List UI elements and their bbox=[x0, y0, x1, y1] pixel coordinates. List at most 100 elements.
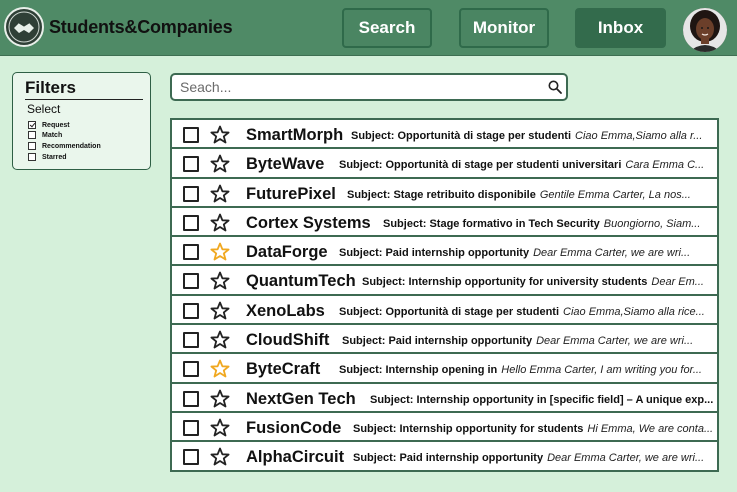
star-icon[interactable] bbox=[210, 271, 230, 293]
star-icon[interactable] bbox=[210, 184, 230, 206]
filter-option-starred[interactable]: Starred bbox=[28, 152, 67, 162]
filter-checkbox[interactable] bbox=[28, 142, 36, 150]
filter-option-label: Starred bbox=[42, 153, 67, 161]
mail-preview: Dear Emma Carter, we are wri... bbox=[533, 247, 691, 260]
mail-row[interactable]: DataForge Subject: Paid internship opport… bbox=[172, 237, 717, 267]
star-icon[interactable] bbox=[210, 125, 230, 147]
mail-row[interactable]: ByteCraft Subject: Internship opening in H… bbox=[172, 354, 717, 384]
avatar[interactable] bbox=[683, 8, 727, 52]
mail-row[interactable]: CloudShift Subject: Paid internship oppor… bbox=[172, 325, 717, 355]
mail-summary: Subject: Internship opening in Hello Emma… bbox=[339, 364, 702, 376]
filter-option-match[interactable]: Match bbox=[28, 130, 62, 140]
star-icon[interactable] bbox=[210, 301, 230, 323]
mail-subject: Subject: Stage formativo in Tech Securit… bbox=[383, 217, 600, 230]
mail-company: SmartMorph bbox=[246, 126, 344, 144]
filters-panel: Filters Select Request Match Recommendat… bbox=[12, 72, 151, 170]
filter-option-label: Match bbox=[42, 131, 63, 139]
mail-preview: Ciao Emma,Siamo alla r... bbox=[575, 130, 703, 142]
mail-company: FuturePixel bbox=[246, 184, 336, 203]
mail-company: ByteWave bbox=[246, 155, 325, 174]
mail-preview: Dear Emma Carter, we are wri... bbox=[547, 452, 705, 465]
mail-row[interactable]: XenoLabs Subject: Opportunità di stage pe… bbox=[172, 296, 717, 326]
mail-summary: Subject: Internship opportunity for univ… bbox=[362, 276, 704, 288]
mail-select-checkbox[interactable] bbox=[183, 214, 199, 231]
mail-subject: Subject: Opportunità di stage per studen… bbox=[339, 159, 622, 172]
mail-company: Cortex Systems bbox=[246, 213, 371, 232]
filter-option-label: Recommendation bbox=[42, 142, 101, 150]
mail-summary: Subject: Internship opportunity in [spec… bbox=[370, 394, 717, 406]
top-header: Students&Companies Search Monitor Inbox bbox=[0, 0, 737, 56]
mail-select-checkbox[interactable] bbox=[183, 185, 199, 202]
filter-option-label: Request bbox=[42, 121, 70, 129]
mail-subject: Subject: Stage retribuito disponibile bbox=[347, 188, 536, 201]
mail-preview: Buongiorno, Siam... bbox=[603, 217, 701, 230]
mail-select-checkbox[interactable] bbox=[183, 127, 199, 143]
mail-select-checkbox[interactable] bbox=[183, 390, 199, 407]
mail-company: ByteCraft bbox=[246, 360, 321, 379]
mail-select-checkbox[interactable] bbox=[183, 273, 199, 290]
mail-select-checkbox[interactable] bbox=[183, 449, 199, 466]
mail-select-checkbox[interactable] bbox=[183, 302, 199, 319]
nav-inbox-button[interactable]: Inbox bbox=[575, 8, 666, 48]
handshake-icon[interactable] bbox=[4, 7, 44, 47]
filter-option-request[interactable]: Request bbox=[28, 120, 70, 130]
filter-checkbox[interactable] bbox=[28, 153, 36, 161]
mail-list: SmartMorph Subject: Opportunità di stage … bbox=[170, 118, 719, 472]
mail-select-checkbox[interactable] bbox=[183, 156, 199, 173]
mail-company: QuantumTech bbox=[246, 272, 356, 291]
mail-select-checkbox[interactable] bbox=[183, 332, 199, 349]
mail-company: FusionCode bbox=[246, 418, 342, 437]
mail-summary: Subject: Paid internship opportunity Dear… bbox=[353, 452, 704, 464]
mail-company: CloudShift bbox=[246, 331, 330, 350]
mail-row[interactable]: AlphaCircuit Subject: Paid internship opp… bbox=[172, 442, 717, 472]
mail-summary: Subject: Stage retribuito disponibile Gen… bbox=[347, 189, 691, 201]
mail-row[interactable]: SmartMorph Subject: Opportunità di stage … bbox=[172, 120, 717, 150]
mail-row[interactable]: FuturePixel Subject: Stage retribuito dis… bbox=[172, 179, 717, 208]
mail-select-checkbox[interactable] bbox=[183, 361, 199, 378]
mail-preview: Dear Emma Carter, we are wri... bbox=[536, 335, 694, 348]
mail-summary: Subject: Internship opportunity for stud… bbox=[353, 423, 713, 435]
search-bar bbox=[170, 73, 568, 101]
mail-company: XenoLabs bbox=[246, 301, 325, 320]
mail-subject: Subject: Internship opportunity for univ… bbox=[362, 276, 648, 289]
filter-checkbox[interactable] bbox=[28, 121, 36, 129]
mail-summary: Subject: Paid internship opportunity Dear… bbox=[339, 247, 690, 259]
mail-subject: Subject: Internship opportunity for stud… bbox=[353, 422, 584, 435]
nav-search-button[interactable]: Search bbox=[342, 8, 432, 48]
mail-subject: Subject: Paid internship opportunity bbox=[339, 247, 530, 260]
mail-subject: Subject: Paid internship opportunity bbox=[353, 452, 544, 465]
mail-summary: Subject: Stage formativo in Tech Securit… bbox=[383, 218, 700, 230]
star-icon[interactable] bbox=[210, 418, 230, 440]
search-icon[interactable] bbox=[548, 80, 562, 99]
mail-preview: Cara Emma C... bbox=[625, 159, 705, 172]
star-icon[interactable] bbox=[210, 447, 230, 469]
mail-row[interactable]: ByteWave Subject: Opportunità di stage pe… bbox=[172, 149, 717, 179]
mail-company: NextGen Tech bbox=[246, 389, 356, 408]
mail-select-checkbox[interactable] bbox=[183, 244, 199, 261]
star-icon[interactable] bbox=[210, 213, 230, 235]
mail-preview: Hello Emma Carter, I am writing you for.… bbox=[501, 364, 702, 377]
filter-option-recommendation[interactable]: Recommendation bbox=[28, 141, 101, 151]
mail-summary: Subject: Opportunità di stage per studen… bbox=[339, 306, 705, 318]
filters-title: Filters bbox=[25, 78, 77, 97]
filters-select-label: Select bbox=[27, 102, 61, 116]
star-icon[interactable] bbox=[210, 389, 230, 411]
star-icon[interactable] bbox=[210, 154, 230, 176]
nav-monitor-button[interactable]: Monitor bbox=[459, 8, 549, 48]
mail-row[interactable]: QuantumTech Subject: Internship opportuni… bbox=[172, 266, 717, 296]
mail-preview: Gentile Emma Carter, La nos... bbox=[539, 188, 691, 201]
star-icon[interactable] bbox=[210, 242, 230, 264]
mail-row[interactable]: Cortex Systems Subject: Stage formativo i… bbox=[172, 208, 717, 238]
mail-company: DataForge bbox=[246, 243, 328, 262]
star-icon[interactable] bbox=[210, 330, 230, 352]
mail-subject: Subject: Paid internship opportunity bbox=[342, 335, 533, 348]
mail-subject: Subject: Internship opportunity in [spec… bbox=[370, 393, 714, 406]
mail-select-checkbox[interactable] bbox=[183, 419, 199, 436]
app-title: Students&Companies bbox=[49, 17, 233, 37]
mail-summary: Subject: Opportunità di stage per studen… bbox=[351, 130, 702, 142]
star-icon[interactable] bbox=[210, 359, 230, 381]
search-input[interactable] bbox=[180, 78, 540, 96]
filter-checkbox[interactable] bbox=[28, 131, 36, 139]
mail-row[interactable]: NextGen Tech Subject: Internship opportun… bbox=[172, 384, 717, 413]
mail-row[interactable]: FusionCode Subject: Internship opportunit… bbox=[172, 413, 717, 443]
